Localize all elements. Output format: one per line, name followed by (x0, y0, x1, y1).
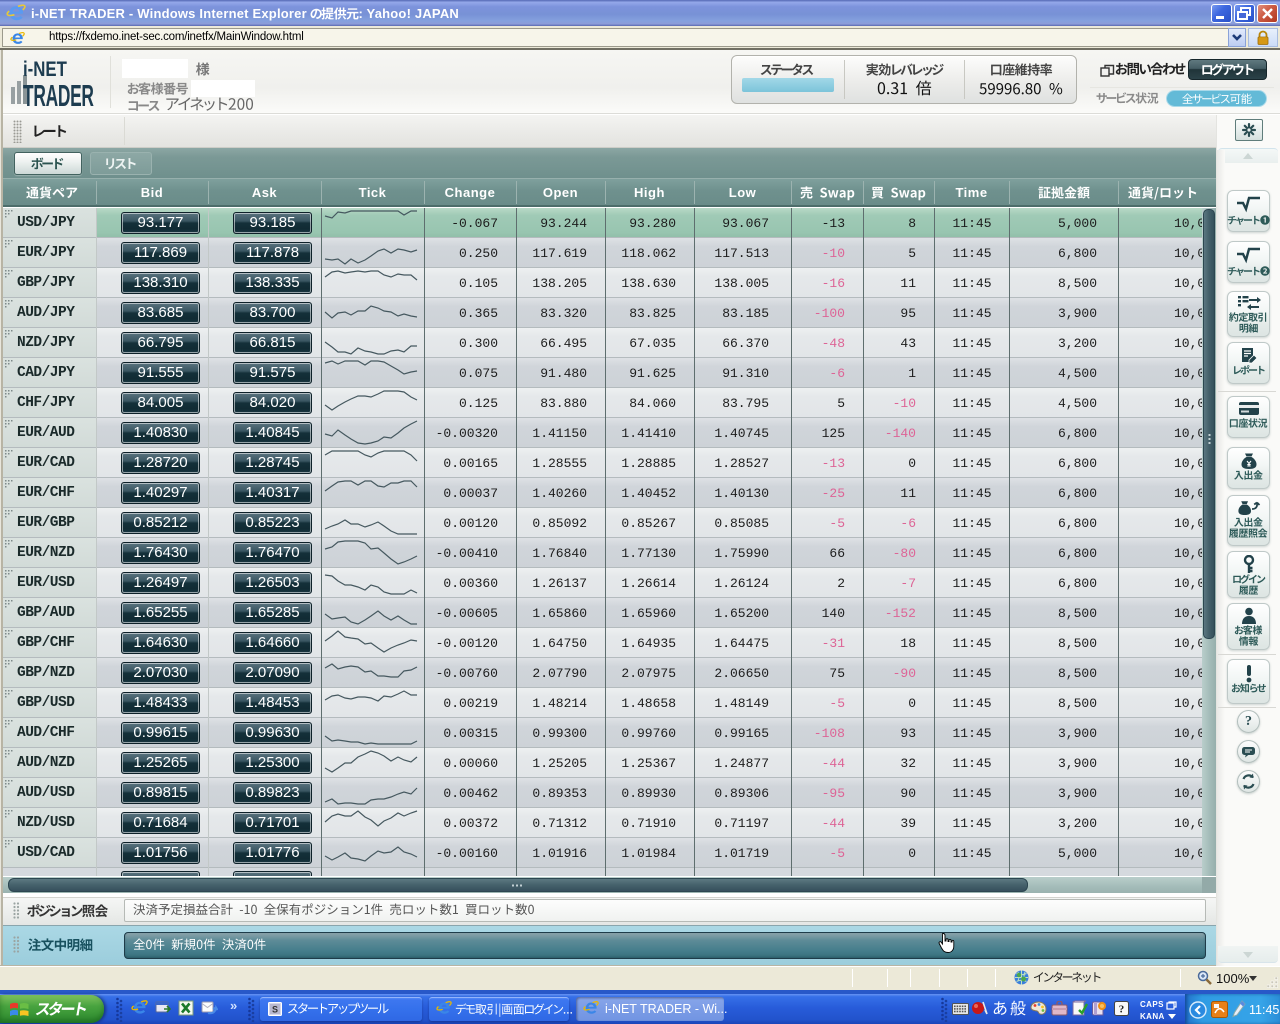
svg-text:?: ? (1119, 1004, 1125, 1016)
svg-text:S: S (272, 1005, 278, 1015)
